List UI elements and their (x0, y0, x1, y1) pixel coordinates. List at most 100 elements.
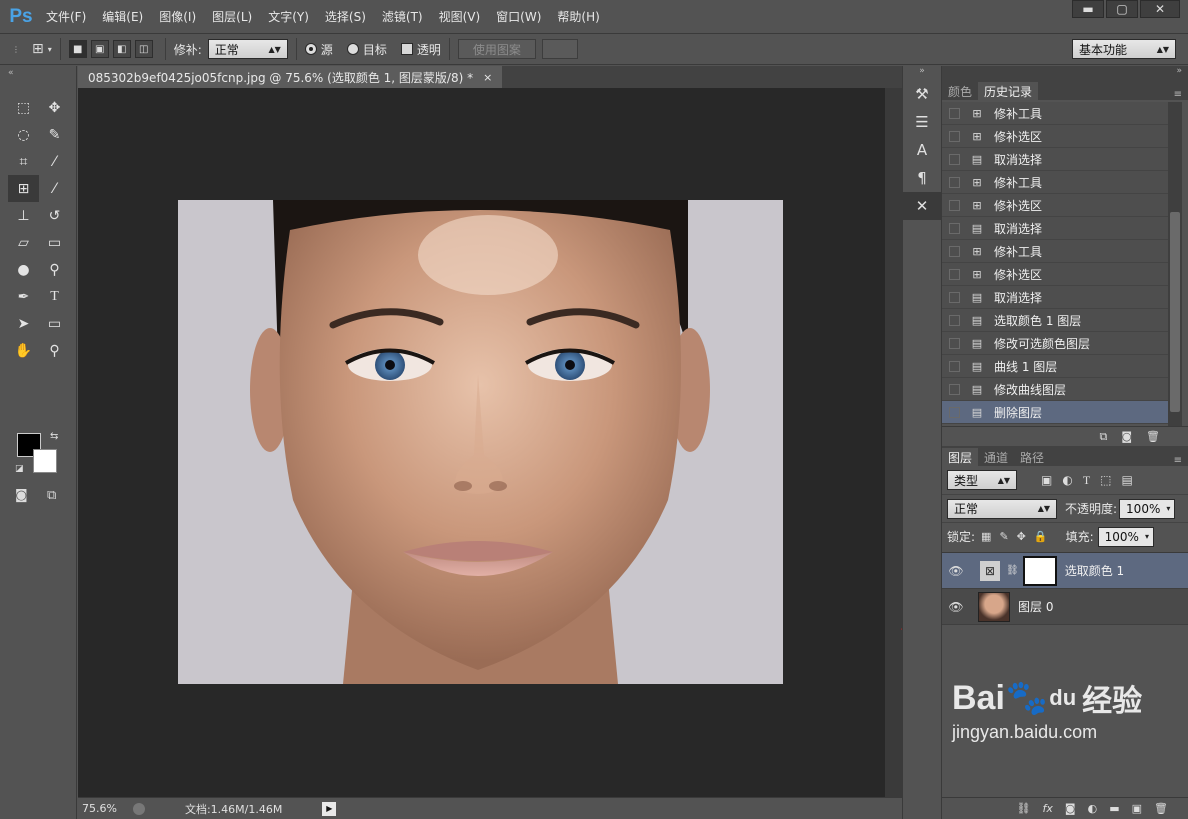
expand-icon[interactable]: » (1176, 66, 1182, 76)
new-layer-icon[interactable]: ▣ (1132, 802, 1142, 815)
filter-adjustment-icon[interactable]: ◐ (1062, 473, 1072, 487)
history-source-checkbox[interactable] (949, 107, 960, 119)
new-selection-icon[interactable]: ■ (68, 40, 87, 58)
new-adjustment-icon[interactable]: ◐ (1088, 802, 1098, 815)
history-scrollbar[interactable] (1168, 102, 1182, 426)
dodge-tool-icon[interactable]: ⚲ (39, 256, 70, 283)
collapse-icon[interactable]: « (8, 68, 14, 78)
history-item[interactable]: ⊞ 修补选区 (942, 125, 1168, 148)
layer-thumbnail[interactable] (978, 591, 1010, 622)
type-tool-icon[interactable]: T (39, 283, 70, 310)
panel-menu-icon[interactable]: ≡ (1174, 455, 1188, 466)
minimize-button[interactable]: ▬ (1072, 0, 1104, 18)
opacity-input[interactable]: 100% ▾ (1119, 498, 1176, 519)
filter-shape-icon[interactable]: ⬚ (1100, 473, 1111, 487)
history-source-checkbox[interactable] (949, 176, 960, 188)
tab-history[interactable]: 历史记录 (978, 82, 1039, 100)
blend-mode-select[interactable]: 正常 ▲▼ (947, 498, 1057, 519)
history-item[interactable]: ▤ 取消选择 (942, 148, 1168, 171)
lock-pixels-icon[interactable]: ✎ (999, 530, 1008, 543)
tool-presets-icon[interactable]: ⚒ (903, 80, 941, 108)
history-brush-tool-icon[interactable]: ↺ (39, 202, 70, 229)
menu-type[interactable]: 文字(Y) (260, 8, 317, 25)
history-source-checkbox[interactable] (949, 314, 960, 326)
layer-row-layer-0[interactable]: 👁 图层 0 (942, 589, 1188, 625)
tab-layers[interactable]: 图层 (942, 448, 979, 466)
delete-layer-icon[interactable]: 🗑 (1154, 802, 1168, 815)
menu-edit[interactable]: 编辑(E) (94, 8, 151, 25)
lock-all-icon[interactable]: 🔒 (1034, 530, 1048, 543)
menu-select[interactable]: 选择(S) (317, 8, 374, 25)
history-source-checkbox[interactable] (949, 268, 960, 280)
default-colors-icon[interactable]: ◪ (15, 464, 24, 474)
menu-filter[interactable]: 滤镜(T) (374, 8, 431, 25)
quick-select-tool-icon[interactable]: ✎ (39, 121, 70, 148)
intersect-selection-icon[interactable]: ◫ (134, 40, 153, 58)
history-source-checkbox[interactable] (949, 199, 960, 211)
quick-mask-icon[interactable]: ◙ (15, 488, 28, 503)
status-menu-icon[interactable]: ▶ (322, 801, 337, 816)
history-source-checkbox[interactable] (949, 360, 960, 372)
snapshot-icon[interactable]: ◙ (1121, 430, 1132, 443)
new-group-icon[interactable]: ▬ (1109, 802, 1119, 815)
history-item[interactable]: ⊞ 修补工具 (942, 102, 1168, 125)
tab-paths[interactable]: 路径 (1014, 448, 1050, 466)
menu-image[interactable]: 图像(I) (151, 8, 204, 25)
history-item[interactable]: ⊞ 修补工具 (942, 171, 1168, 194)
pattern-picker[interactable] (541, 39, 578, 59)
gradient-tool-icon[interactable]: ▭ (39, 229, 70, 256)
history-item[interactable]: ⊞ 修补工具 (942, 240, 1168, 263)
document-tab[interactable]: 085302b9ef0425jo05fcnp.jpg @ 75.6% (选取颜色… (78, 66, 503, 88)
scroll-thumb[interactable] (1170, 212, 1180, 412)
use-pattern-button[interactable]: 使用图案 (457, 39, 536, 59)
history-item[interactable]: ▤ 曲线 1 图层 (942, 355, 1168, 378)
canvas-scrollbar[interactable] (885, 88, 902, 797)
link-layers-icon[interactable]: ⛓ (1017, 802, 1031, 815)
path-select-tool-icon[interactable]: ➤ (8, 310, 39, 337)
target-radio[interactable] (346, 43, 359, 55)
lock-position-icon[interactable]: ✥ (1017, 530, 1026, 543)
menu-window[interactable]: 窗口(W) (488, 8, 549, 25)
new-document-from-state-icon[interactable]: ⧉ (1099, 430, 1107, 444)
filter-smart-object-icon[interactable]: ▤ (1122, 473, 1133, 487)
trash-icon[interactable]: 🗑 (1146, 430, 1160, 443)
history-item[interactable]: ⊞ 修补选区 (942, 263, 1168, 286)
layer-mask-thumbnail[interactable] (1022, 555, 1057, 586)
eyedropper-tool-icon[interactable]: ⁄ (39, 148, 70, 175)
portrait-image[interactable] (178, 200, 783, 684)
menu-view[interactable]: 视图(V) (431, 8, 489, 25)
patch-tool-icon[interactable]: ⊞ (8, 175, 39, 202)
layer-row-selective-color[interactable]: 👁 ⊠ ⛓ 选取颜色 1 (942, 553, 1188, 589)
marquee-tool-icon[interactable]: ⬚ (8, 94, 39, 121)
panel-menu-icon[interactable]: ≡ (1174, 89, 1188, 100)
blur-tool-icon[interactable]: ● (8, 256, 39, 283)
pen-tool-icon[interactable]: ✒ (8, 283, 39, 310)
adjustments-icon[interactable]: ☰ (903, 108, 941, 136)
history-item[interactable]: ▤ 取消选择 (942, 217, 1168, 240)
history-item[interactable]: ▤ 删除图层 (942, 401, 1168, 424)
maximize-button[interactable]: ▢ (1106, 0, 1138, 18)
close-button[interactable]: ✕ (1140, 0, 1180, 18)
zoom-level[interactable]: 75.6% (82, 802, 117, 815)
workspace-select[interactable]: 基本功能 ▲▼ (1072, 39, 1176, 59)
crop-tool-icon[interactable]: ⌗ (8, 148, 39, 175)
history-source-checkbox[interactable] (949, 337, 960, 349)
status-info-icon[interactable] (132, 802, 145, 815)
close-tab-icon[interactable]: × (483, 71, 492, 84)
menu-file[interactable]: 文件(F) (38, 8, 94, 25)
history-source-checkbox[interactable] (949, 130, 960, 142)
history-item[interactable]: ▤ 选取颜色 1 图层 (942, 309, 1168, 332)
history-source-checkbox[interactable] (949, 222, 960, 234)
visibility-eye-icon[interactable]: 👁 (942, 564, 970, 578)
background-color-swatch[interactable] (33, 449, 57, 473)
tab-channels[interactable]: 通道 (978, 448, 1014, 466)
add-selection-icon[interactable]: ▣ (90, 40, 109, 58)
add-mask-icon[interactable]: ◙ (1065, 802, 1076, 815)
screen-mode-icon[interactable]: ⧉ (47, 488, 56, 503)
collapse-icon[interactable]: » (903, 66, 941, 80)
history-source-checkbox[interactable] (949, 245, 960, 257)
link-chain-icon[interactable]: ⛓ (1006, 565, 1019, 576)
subtract-selection-icon[interactable]: ◧ (112, 40, 131, 58)
move-tool-icon[interactable]: ✥ (39, 94, 70, 121)
history-item[interactable]: ▤ 修改曲线图层 (942, 378, 1168, 401)
